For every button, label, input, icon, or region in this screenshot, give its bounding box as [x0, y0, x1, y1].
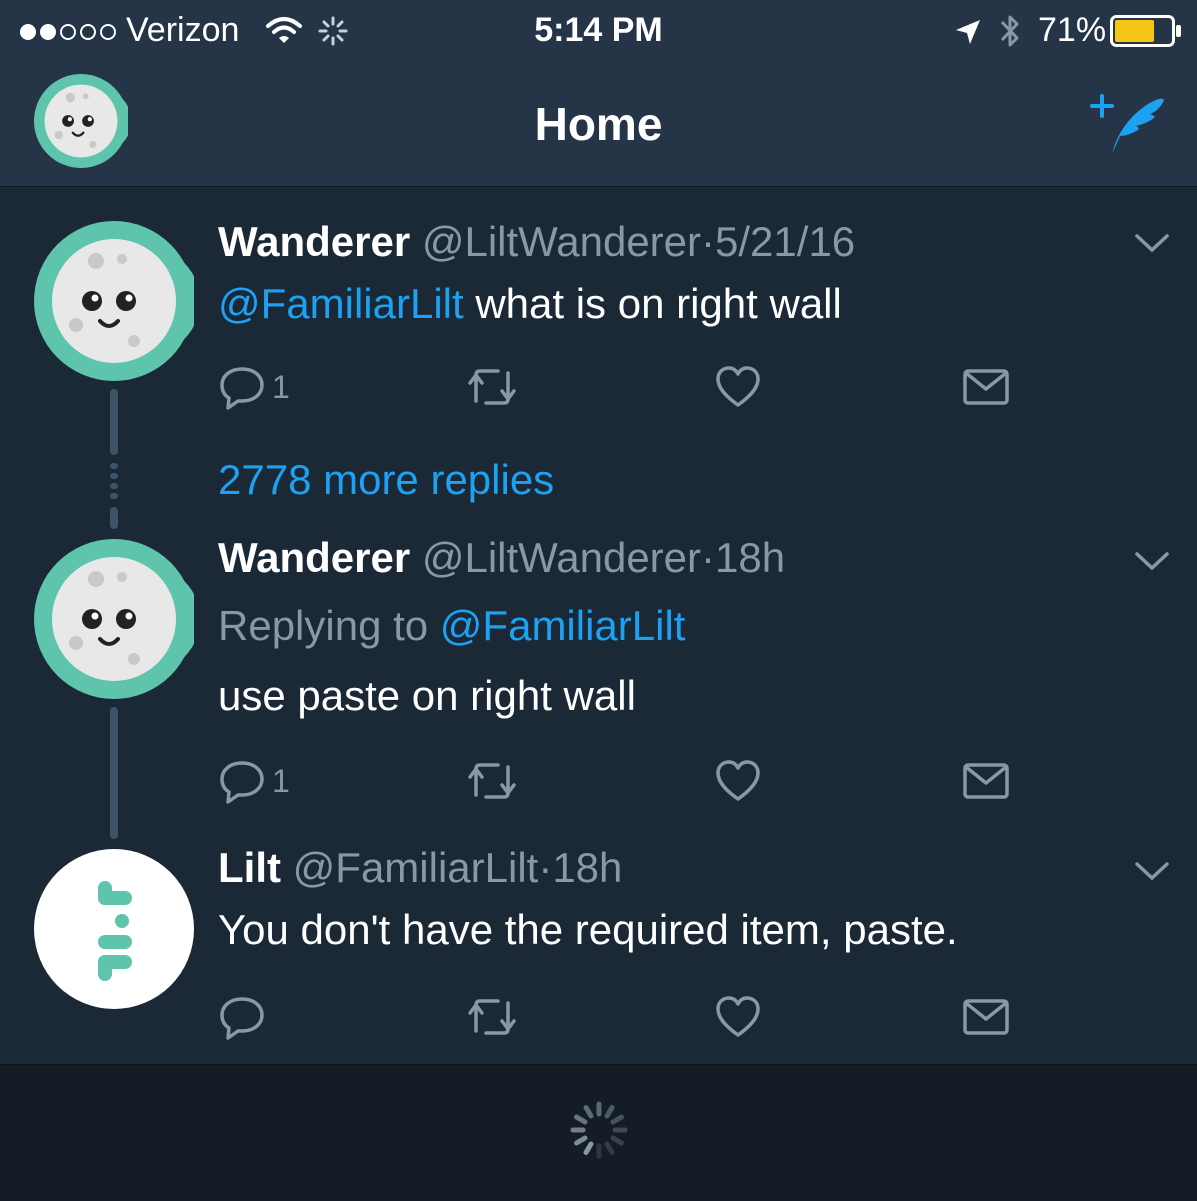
thread-line	[110, 707, 118, 839]
tweet-body: use paste on right wall	[218, 672, 636, 719]
mention-link[interactable]: @FamiliarLilt	[440, 602, 686, 649]
retweet-icon	[468, 369, 516, 405]
heart-icon	[716, 996, 760, 1037]
separator-dot: ·	[701, 218, 716, 265]
display-name[interactable]: Wanderer	[218, 534, 410, 581]
reply-count: 1	[272, 369, 290, 405]
envelope-icon	[963, 999, 1009, 1035]
heart-icon	[716, 760, 760, 801]
tweet-body: what is on right wall	[463, 280, 842, 327]
retweet-icon	[468, 763, 516, 799]
reply-icon	[220, 997, 264, 1040]
battery-icon	[1110, 15, 1181, 47]
envelope-icon	[963, 369, 1009, 405]
direct-message-button[interactable]	[962, 363, 1010, 411]
separator-dot: ·	[701, 534, 716, 581]
thread-line	[110, 389, 118, 455]
page-title: Home	[534, 98, 663, 150]
like-button[interactable]	[714, 757, 762, 805]
more-replies-link[interactable]: 2778 more replies	[218, 455, 554, 505]
separator-dot: ·	[538, 844, 553, 891]
avatar[interactable]	[34, 849, 194, 1009]
avatar[interactable]	[34, 539, 194, 699]
envelope-icon	[963, 763, 1009, 799]
user-handle[interactable]: @FamiliarLilt	[293, 844, 539, 891]
bluetooth-icon	[1000, 15, 1019, 47]
retweet-button[interactable]	[466, 993, 518, 1041]
thread-line	[110, 507, 118, 529]
display-name[interactable]: Wanderer	[218, 218, 410, 265]
status-bar: Verizon 5:14 PM 71%	[0, 0, 1197, 62]
tweet-header: Wanderer @LiltWanderer·18h	[218, 533, 785, 583]
direct-message-button[interactable]	[962, 757, 1010, 805]
tweet-header: Wanderer @LiltWanderer·5/21/16	[218, 217, 855, 267]
reply-icon	[220, 367, 264, 410]
replying-to-line: Replying to @FamiliarLilt	[218, 601, 685, 651]
replying-to-label: Replying to	[218, 602, 440, 649]
mention-link[interactable]: @FamiliarLilt	[218, 280, 464, 327]
loading-footer	[0, 1064, 1197, 1201]
user-handle[interactable]: @LiltWanderer	[422, 218, 701, 265]
timestamp[interactable]: 5/21/16	[715, 218, 855, 265]
like-button[interactable]	[714, 993, 762, 1041]
display-name[interactable]: Lilt	[218, 844, 281, 891]
chevron-down-icon[interactable]	[1134, 549, 1170, 573]
retweet-button[interactable]	[466, 757, 518, 805]
thread-dots	[110, 463, 118, 499]
heart-icon	[716, 366, 760, 407]
timestamp[interactable]: 18h	[715, 534, 785, 581]
tweet-header: Lilt @FamiliarLilt·18h	[218, 843, 622, 893]
retweet-button[interactable]	[466, 363, 518, 411]
timeline: Wanderer @LiltWanderer·5/21/16 @Familiar…	[0, 187, 1197, 1064]
reply-button[interactable]	[218, 993, 272, 1041]
reply-button[interactable]: 1	[218, 363, 290, 411]
user-handle[interactable]: @LiltWanderer	[422, 534, 701, 581]
reply-count: 1	[272, 763, 290, 799]
tweet-text: @FamiliarLilt what is on right wall	[218, 279, 842, 329]
timestamp[interactable]: 18h	[552, 844, 622, 891]
chevron-down-icon[interactable]	[1134, 231, 1170, 255]
direct-message-button[interactable]	[962, 993, 1010, 1041]
chevron-down-icon[interactable]	[1134, 859, 1170, 883]
retweet-icon	[468, 999, 516, 1035]
compose-tweet-icon[interactable]	[1090, 92, 1166, 158]
like-button[interactable]	[714, 363, 762, 411]
nav-bar: Home	[0, 62, 1197, 187]
reply-icon	[220, 761, 264, 804]
loading-spinner-icon	[570, 1101, 628, 1159]
avatar[interactable]	[34, 221, 194, 381]
location-arrow-icon	[956, 20, 980, 44]
reply-button[interactable]: 1	[218, 757, 290, 805]
tweet-body: You don't have the required item, paste.	[218, 906, 958, 953]
battery-percent: 71%	[1038, 11, 1107, 49]
